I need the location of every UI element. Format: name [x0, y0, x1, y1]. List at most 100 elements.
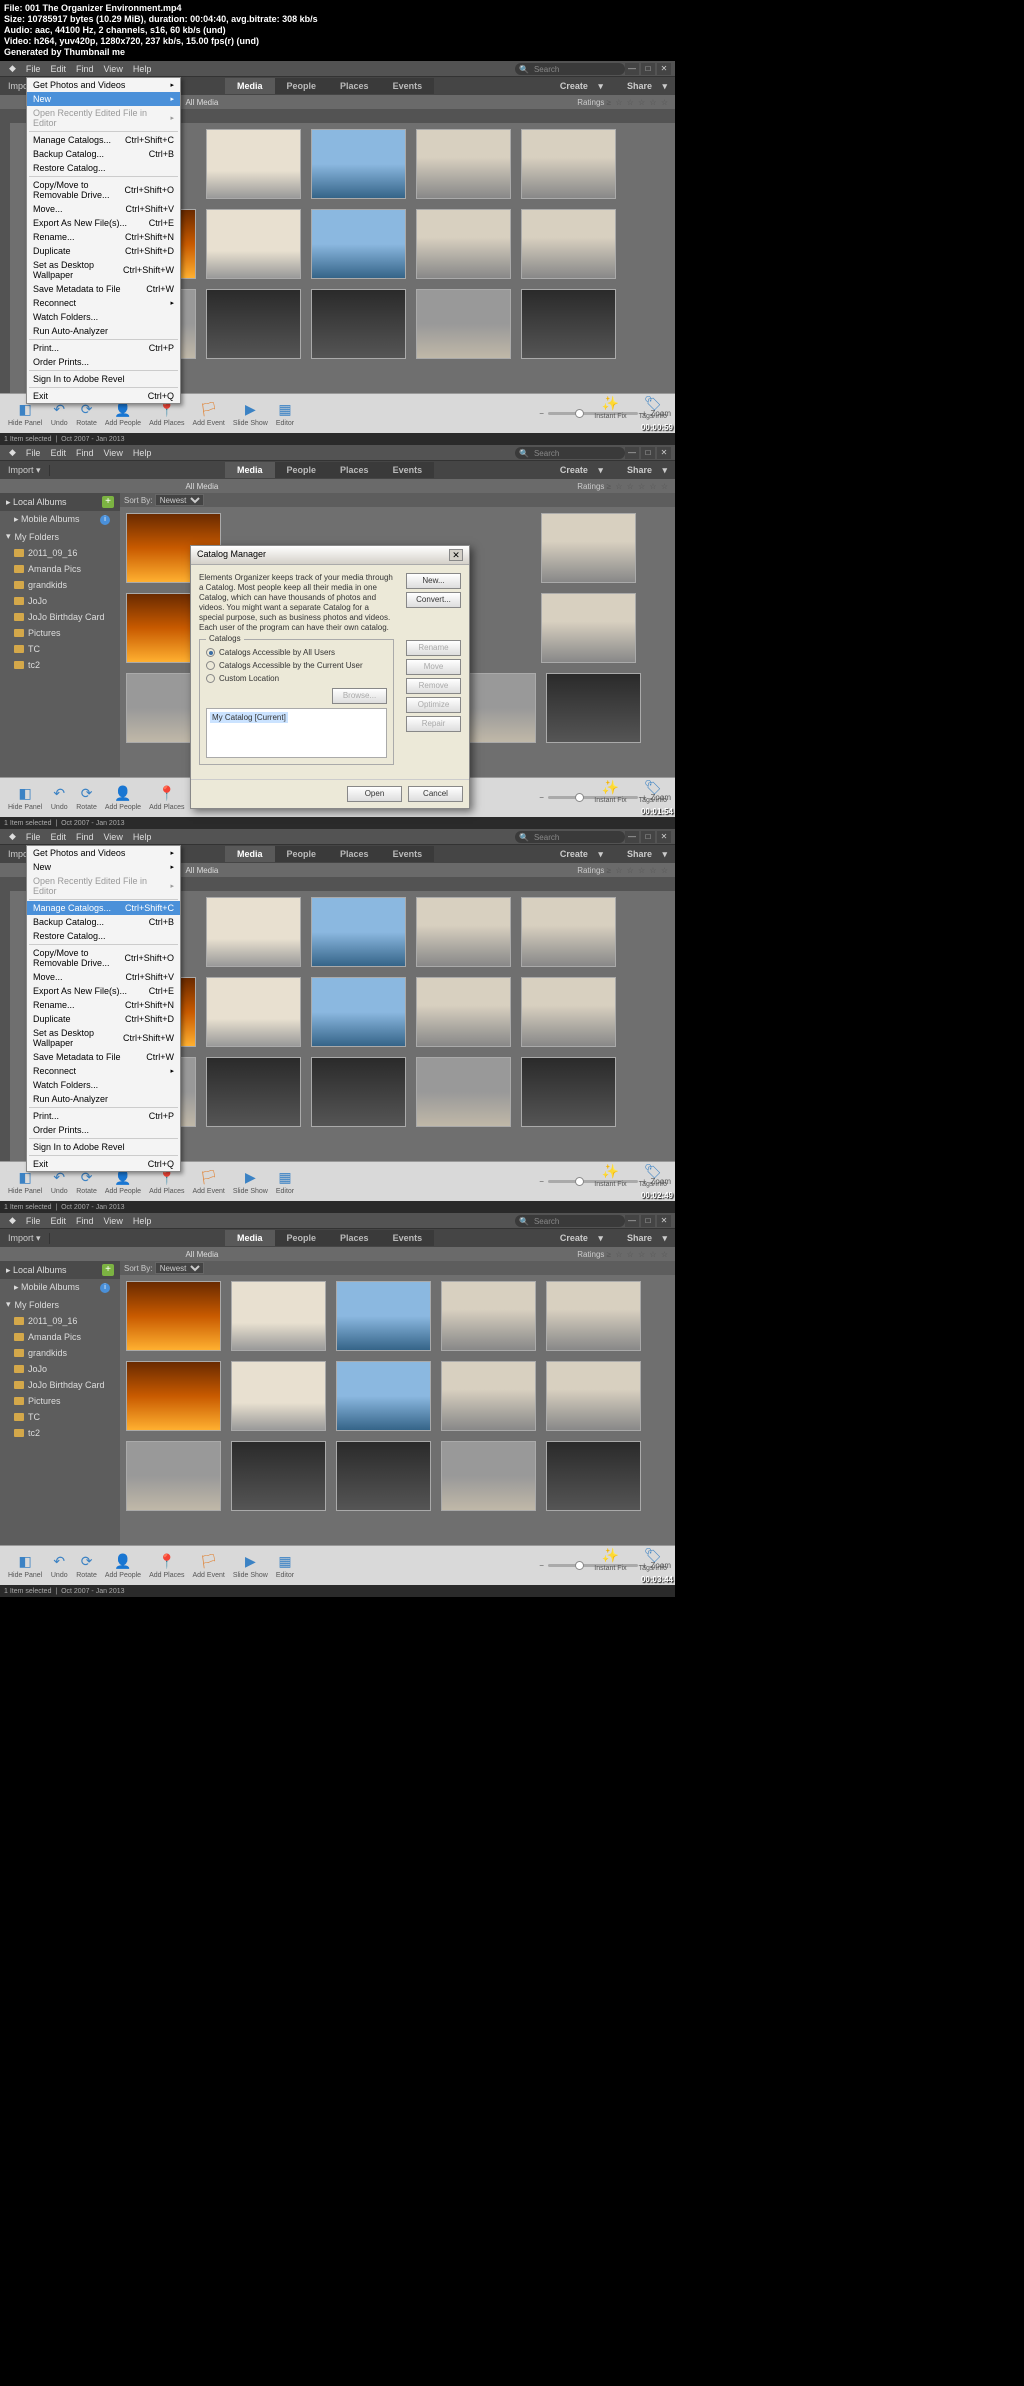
share-button[interactable]: Share ▾	[611, 465, 675, 476]
tab-events[interactable]: Events	[381, 462, 435, 478]
create-button[interactable]: Create ▾	[544, 465, 611, 476]
thumb[interactable]	[521, 129, 616, 199]
thumb[interactable]	[416, 289, 511, 359]
thumb[interactable]	[541, 593, 636, 663]
dialog-close-button[interactable]: ✕	[449, 549, 463, 561]
search-input[interactable]: 🔍 Search	[515, 63, 625, 75]
slideshow-button[interactable]: ▶Slide Show	[229, 401, 272, 427]
tab-media[interactable]: Media	[225, 78, 275, 94]
menu-view[interactable]: View	[98, 64, 127, 74]
close-button[interactable]: ✕	[657, 63, 671, 75]
sortby-select[interactable]: Newest	[155, 494, 204, 506]
thumb[interactable]	[206, 209, 301, 279]
folder-item[interactable]: Pictures	[0, 1393, 120, 1409]
menu-orderprints[interactable]: Order Prints...	[27, 355, 180, 369]
local-albums[interactable]: ▸ Local Albums+	[0, 493, 120, 511]
undo-button[interactable]: ↶Undo	[46, 401, 72, 427]
folder-item[interactable]: grandkids	[0, 1345, 120, 1361]
menu-edit[interactable]: Edit	[45, 448, 71, 458]
thumb[interactable]	[416, 209, 511, 279]
thumb[interactable]	[541, 513, 636, 583]
menu-signin[interactable]: Sign In to Adobe Revel	[27, 372, 180, 386]
folder-item[interactable]: TC	[0, 641, 120, 657]
menu-file[interactable]: File	[21, 832, 46, 842]
tab-people[interactable]: People	[275, 78, 329, 94]
cancel-button[interactable]: Cancel	[408, 786, 463, 802]
catalog-list[interactable]: My Catalog [Current]	[206, 708, 387, 758]
menu-watchfolders[interactable]: Watch Folders...	[27, 310, 180, 324]
thumb[interactable]	[311, 209, 406, 279]
menu-new[interactable]: New▸	[27, 92, 180, 106]
create-button[interactable]: Create ▾	[544, 81, 611, 92]
menu-file[interactable]: File	[21, 448, 46, 458]
menu-find[interactable]: Find	[71, 448, 99, 458]
add-people-button[interactable]: 👤Add People	[101, 401, 145, 427]
hide-panel-button[interactable]: ◧Hide Panel	[4, 401, 46, 427]
add-places-button[interactable]: 📍Add Places	[145, 401, 188, 427]
radio-all-users[interactable]: Catalogs Accessible by All Users	[206, 646, 387, 659]
thumb[interactable]	[206, 289, 301, 359]
folder-item[interactable]: TC	[0, 1409, 120, 1425]
instant-fix-button[interactable]: ✨Instant Fix	[590, 778, 630, 804]
menu-find[interactable]: Find	[71, 64, 99, 74]
menu-help[interactable]: Help	[128, 64, 157, 74]
menu-autoanalyzer[interactable]: Run Auto-Analyzer	[27, 324, 180, 338]
move-button[interactable]: Move	[406, 659, 461, 675]
menu-manage[interactable]: Manage Catalogs...Ctrl+Shift+C	[27, 133, 180, 147]
menu-edit[interactable]: Edit	[45, 832, 71, 842]
thumb[interactable]	[546, 673, 641, 743]
menu-reconnect[interactable]: Reconnect▸	[27, 296, 180, 310]
hide-panel-button[interactable]: ◧Hide Panel	[4, 785, 46, 811]
my-folders[interactable]: ▾ My Folders	[0, 528, 120, 545]
add-event-button[interactable]: 🏳Add Event	[189, 401, 229, 427]
thumb[interactable]	[521, 289, 616, 359]
menu-wallpaper[interactable]: Set as Desktop WallpaperCtrl+Shift+W	[27, 258, 180, 282]
info-icon[interactable]: i	[100, 515, 110, 525]
menu-view[interactable]: View	[98, 448, 127, 458]
tags-info-button[interactable]: 🏷Tags/Info	[635, 394, 671, 420]
add-album-icon[interactable]: +	[102, 496, 114, 508]
browse-button[interactable]: Browse...	[332, 688, 387, 704]
import-button[interactable]: Import ▾	[0, 465, 50, 476]
folder-item[interactable]: JoJo Birthday Card	[0, 1377, 120, 1393]
rotate-button[interactable]: ⟳Rotate	[72, 785, 101, 811]
radio-current-user[interactable]: Catalogs Accessible by the Current User	[206, 659, 387, 672]
maximize-button[interactable]: □	[641, 63, 655, 75]
rotate-button[interactable]: ⟳Rotate	[72, 401, 101, 427]
folder-item[interactable]: grandkids	[0, 577, 120, 593]
menu-openrecent[interactable]: Open Recently Edited File in Editor▸	[27, 106, 180, 130]
tab-places[interactable]: Places	[328, 78, 381, 94]
menu-export[interactable]: Export As New File(s)...Ctrl+E	[27, 216, 180, 230]
search-input[interactable]: 🔍 Search	[515, 831, 625, 843]
menu-find[interactable]: Find	[71, 832, 99, 842]
folder-item[interactable]: Amanda Pics	[0, 1329, 120, 1345]
menu-manage-hl[interactable]: Manage Catalogs...Ctrl+Shift+C	[27, 901, 180, 915]
menu-rename[interactable]: Rename...Ctrl+Shift+N	[27, 230, 180, 244]
instant-fix-button[interactable]: ✨Instant Fix	[590, 394, 630, 420]
editor-button[interactable]: ▦Editor	[272, 401, 298, 427]
menu-exit[interactable]: ExitCtrl+Q	[27, 389, 180, 403]
thumb[interactable]	[206, 129, 301, 199]
mobile-albums[interactable]: ▸ Mobile Albumsi	[0, 511, 120, 528]
folder-item[interactable]: 2011_09_16	[0, 1313, 120, 1329]
menu-file[interactable]: File	[21, 64, 46, 74]
folder-item[interactable]: JoJo	[0, 593, 120, 609]
menu-view[interactable]: View	[98, 832, 127, 842]
open-button[interactable]: Open	[347, 786, 402, 802]
thumb[interactable]	[416, 129, 511, 199]
folder-item[interactable]: 2011_09_16	[0, 545, 120, 561]
minimize-button[interactable]: —	[625, 63, 639, 75]
remove-button[interactable]: Remove	[406, 678, 461, 694]
menu-duplicate[interactable]: DuplicateCtrl+Shift+D	[27, 244, 180, 258]
menu-edit[interactable]: Edit	[45, 64, 71, 74]
maximize-button[interactable]: □	[641, 447, 655, 459]
folder-item[interactable]: JoJo	[0, 1361, 120, 1377]
new-button[interactable]: New...	[406, 573, 461, 589]
close-button[interactable]: ✕	[657, 447, 671, 459]
tab-places[interactable]: Places	[328, 462, 381, 478]
undo-button[interactable]: ↶Undo	[46, 785, 72, 811]
menu-help[interactable]: Help	[128, 448, 157, 458]
thumb[interactable]	[311, 129, 406, 199]
search-input[interactable]: 🔍 Search	[515, 447, 625, 459]
menu-restore[interactable]: Restore Catalog...	[27, 161, 180, 175]
